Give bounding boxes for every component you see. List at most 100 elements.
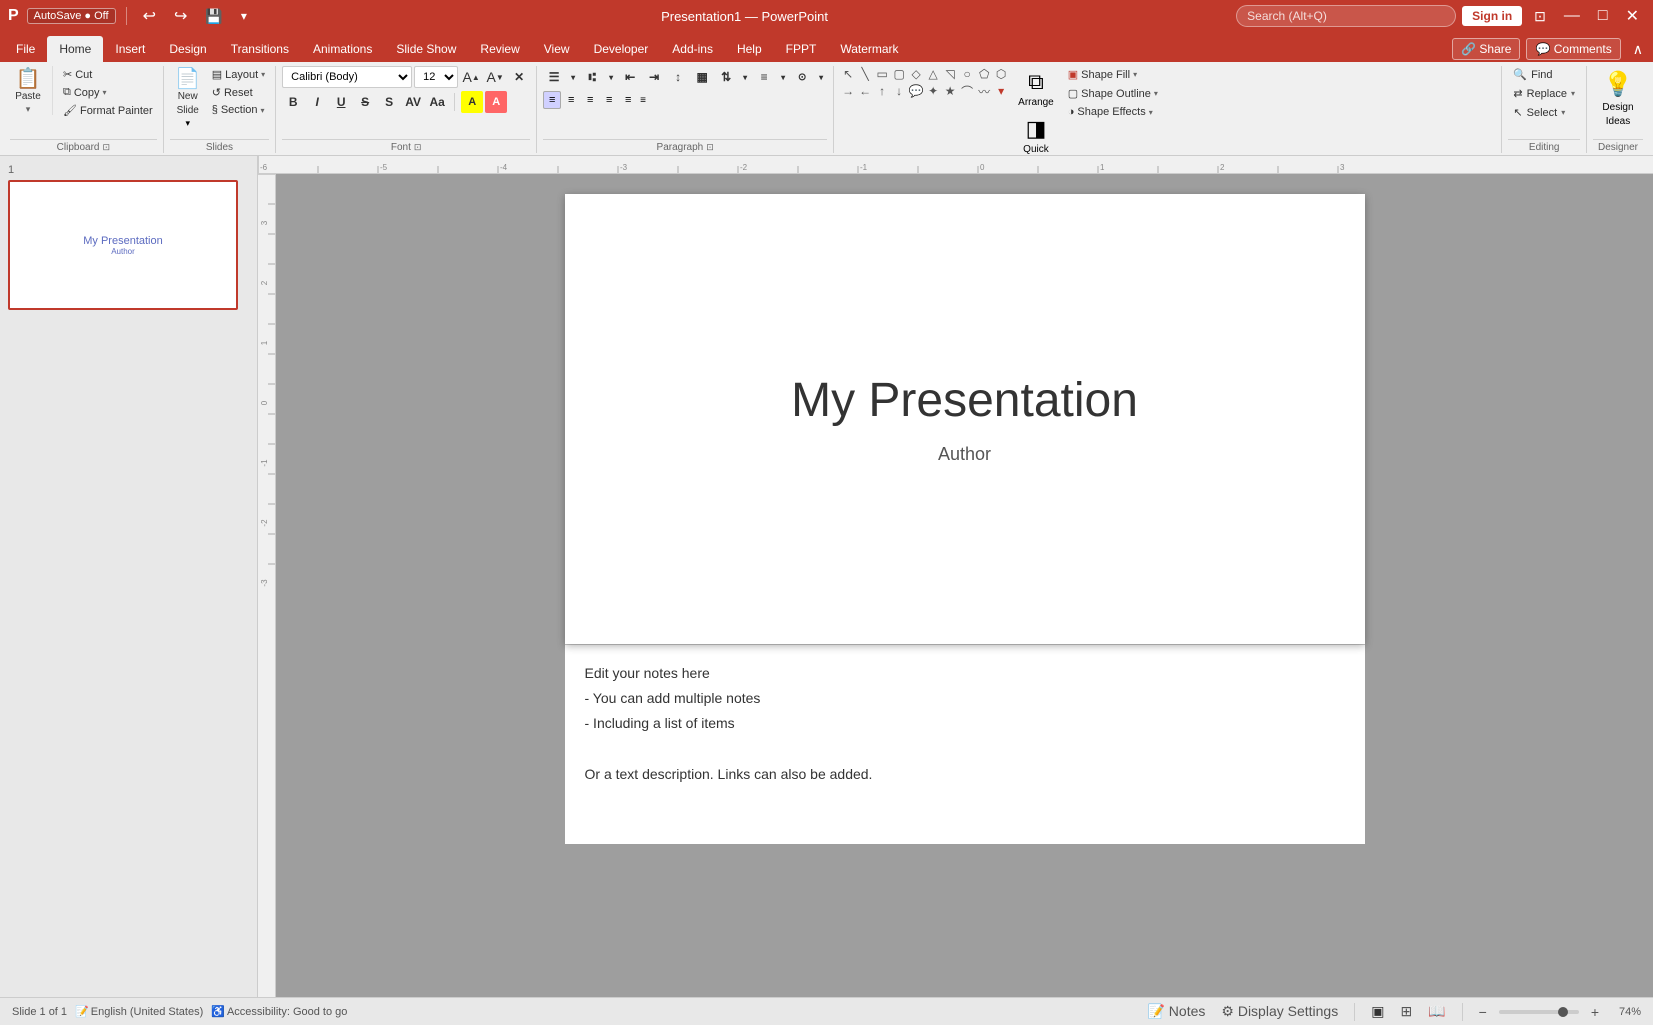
- strikethrough-button[interactable]: S: [354, 91, 376, 113]
- zoom-slider[interactable]: [1499, 1010, 1579, 1014]
- shapes-more[interactable]: ▾: [993, 83, 1009, 99]
- zoom-thumb[interactable]: [1558, 1007, 1568, 1017]
- tab-home[interactable]: Home: [47, 36, 103, 62]
- shape-callout[interactable]: 💬: [908, 83, 924, 99]
- shape-star4[interactable]: ✦: [925, 83, 941, 99]
- paragraph-dialog-launcher[interactable]: ⊡: [706, 142, 714, 153]
- new-slide-dropdown[interactable]: ▾: [185, 118, 190, 129]
- font-name-select[interactable]: Calibri (Body) Arial Times New Roman: [282, 66, 412, 88]
- shape-curve[interactable]: ⌒: [959, 83, 975, 99]
- close-button[interactable]: ✕: [1620, 4, 1645, 28]
- underline-button[interactable]: U: [330, 91, 352, 113]
- replace-button[interactable]: ⇄ Replace ▾: [1508, 85, 1580, 102]
- shape-rect[interactable]: ▭: [874, 66, 890, 82]
- change-case-button[interactable]: Aa: [426, 91, 448, 113]
- character-spacing-button[interactable]: AV: [402, 91, 424, 113]
- normal-view-button[interactable]: ▣: [1367, 1001, 1388, 1022]
- zoom-in-button[interactable]: +: [1587, 1002, 1603, 1022]
- line-spacing-button[interactable]: ↕: [667, 66, 689, 88]
- zoom-level[interactable]: 74%: [1611, 1006, 1641, 1018]
- text-shadow-button[interactable]: S: [378, 91, 400, 113]
- shape-outline-button[interactable]: ▢ Shape Outline ▾: [1063, 85, 1163, 102]
- columns-button[interactable]: ▦: [691, 66, 713, 88]
- display-settings-button[interactable]: ⚙ Display Settings: [1217, 1001, 1342, 1022]
- shape-effects-button[interactable]: ◑ Shape Effects ▾: [1063, 104, 1163, 120]
- accessibility-status[interactable]: Accessibility: Good to go: [227, 1006, 347, 1018]
- undo-button[interactable]: ↩: [137, 4, 162, 28]
- paste-button[interactable]: 📋 Paste: [10, 66, 46, 106]
- tab-design[interactable]: Design: [157, 36, 218, 62]
- shape-line[interactable]: ╲: [857, 66, 873, 82]
- shape-hexagon[interactable]: ⬡: [993, 66, 1009, 82]
- numbering-button[interactable]: ⑆: [581, 66, 603, 88]
- decrease-font-size-button[interactable]: A▼: [484, 66, 506, 88]
- shape-star5[interactable]: ★: [942, 83, 958, 99]
- tab-transitions[interactable]: Transitions: [219, 36, 301, 62]
- increase-font-size-button[interactable]: A▲: [460, 66, 482, 88]
- align-text-button[interactable]: ≡: [753, 66, 775, 88]
- copy-button[interactable]: ⧉ Copy ▾: [59, 84, 157, 101]
- tab-animations[interactable]: Animations: [301, 36, 384, 62]
- bullets-button[interactable]: ☰: [543, 66, 565, 88]
- layout-button[interactable]: ▤ Layout ▾: [208, 66, 269, 83]
- language-status[interactable]: English (United States): [91, 1006, 204, 1018]
- tab-fppt[interactable]: FPPT: [774, 36, 829, 62]
- shape-arrow-right[interactable]: →: [840, 83, 856, 99]
- convert-smartart-button[interactable]: ⊙: [791, 66, 813, 88]
- slide-sorter-button[interactable]: ⊞: [1396, 1001, 1416, 1022]
- zoom-out-button[interactable]: −: [1475, 1002, 1491, 1022]
- shape-pentagon[interactable]: ⬠: [976, 66, 992, 82]
- shape-oval[interactable]: ○: [959, 66, 975, 82]
- numbering-dropdown[interactable]: ▾: [605, 66, 617, 88]
- align-text-dropdown[interactable]: ▾: [777, 66, 789, 88]
- italic-button[interactable]: I: [306, 91, 328, 113]
- slide-title[interactable]: My Presentation: [791, 373, 1138, 428]
- maximize-button[interactable]: □: [1592, 5, 1614, 27]
- tab-watermark[interactable]: Watermark: [828, 36, 910, 62]
- reset-button[interactable]: ↺ Reset: [208, 84, 269, 101]
- text-direction-dropdown[interactable]: ▾: [739, 66, 751, 88]
- align-right-button[interactable]: ≡: [581, 91, 599, 109]
- find-button[interactable]: 🔍 Find: [1508, 66, 1580, 83]
- text-direction-button[interactable]: ⇅: [715, 66, 737, 88]
- align-left-button[interactable]: ≡: [543, 91, 561, 109]
- cut-button[interactable]: ✂ Cut: [59, 66, 157, 83]
- tab-file[interactable]: File: [4, 36, 47, 62]
- font-dialog-launcher[interactable]: ⊡: [414, 142, 422, 153]
- comments-button[interactable]: 💬 Comments: [1526, 38, 1620, 60]
- tab-developer[interactable]: Developer: [582, 36, 661, 62]
- search-input[interactable]: [1236, 5, 1456, 27]
- shape-freeform[interactable]: 〰: [976, 83, 992, 99]
- align-center-button[interactable]: ≡: [562, 91, 580, 109]
- save-button[interactable]: 💾: [199, 6, 228, 27]
- shape-arrow-down[interactable]: ↓: [891, 83, 907, 99]
- justify-button[interactable]: ≡: [600, 91, 618, 109]
- shape-select[interactable]: ↖: [840, 66, 856, 82]
- slide-canvas[interactable]: My Presentation Author: [565, 194, 1365, 644]
- clipboard-dialog-launcher[interactable]: ⊡: [102, 142, 110, 153]
- bold-button[interactable]: B: [282, 91, 304, 113]
- tab-help[interactable]: Help: [725, 36, 774, 62]
- shape-arrow-left[interactable]: ←: [857, 83, 873, 99]
- increase-indent-button[interactable]: ⇥: [643, 66, 665, 88]
- paste-dropdown[interactable]: ▾: [26, 104, 31, 115]
- section-button[interactable]: § Section ▾: [208, 102, 269, 118]
- shape-triangle[interactable]: △: [925, 66, 941, 82]
- tab-slideshow[interactable]: Slide Show: [384, 36, 468, 62]
- redo-button[interactable]: ↪: [168, 4, 193, 28]
- notes-content[interactable]: Edit your notes here - You can add multi…: [585, 661, 1345, 787]
- autosave-toggle[interactable]: AutoSave ● Off: [27, 8, 116, 24]
- share-button[interactable]: 🔗 Share: [1452, 38, 1520, 60]
- ribbon-display-button[interactable]: ⊡: [1528, 6, 1552, 27]
- shape-rtriangle[interactable]: ◹: [942, 66, 958, 82]
- distribute-button[interactable]: ≡: [619, 91, 637, 109]
- shape-diamond[interactable]: ◇: [908, 66, 924, 82]
- shape-fill-button[interactable]: ▣ Shape Fill ▾: [1063, 66, 1163, 83]
- tab-review[interactable]: Review: [468, 36, 531, 62]
- tab-addins[interactable]: Add-ins: [660, 36, 725, 62]
- arrange-button[interactable]: ⧉ Arrange: [1013, 66, 1059, 111]
- slide-author[interactable]: Author: [938, 444, 991, 465]
- decrease-indent-button[interactable]: ⇤: [619, 66, 641, 88]
- bullets-dropdown[interactable]: ▾: [567, 66, 579, 88]
- design-ideas-button[interactable]: 💡 Design Ideas: [1593, 66, 1643, 131]
